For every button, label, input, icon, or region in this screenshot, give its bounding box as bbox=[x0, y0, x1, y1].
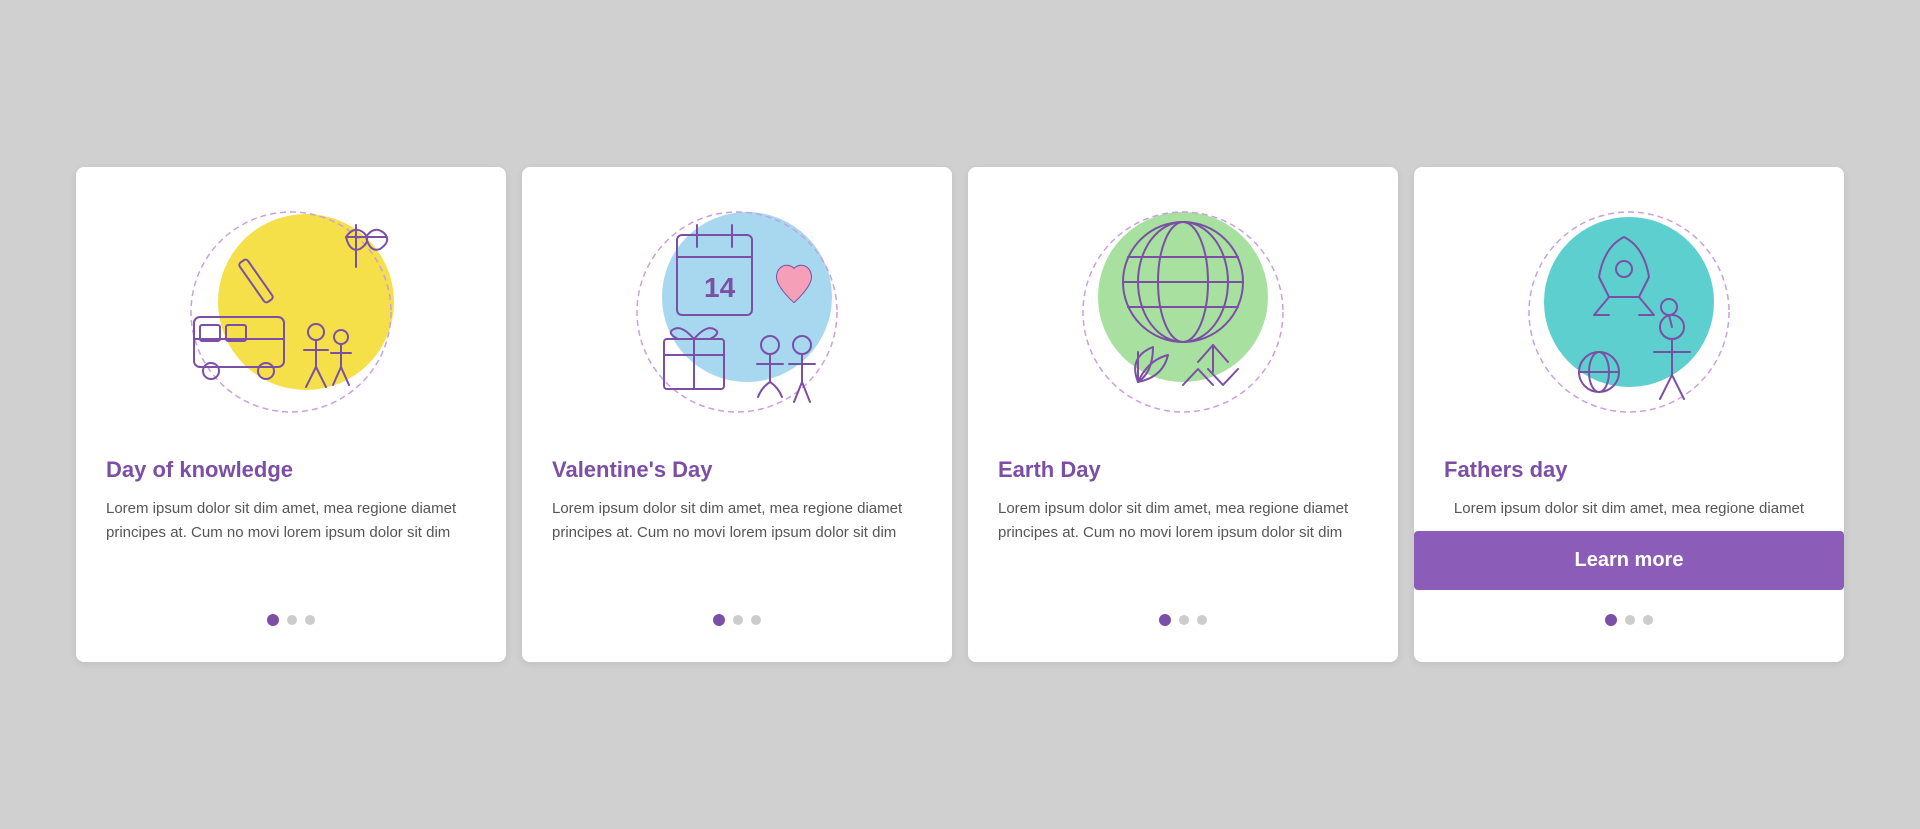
card-title-valentines: Valentine's Day bbox=[552, 457, 922, 483]
card-title-fathers: Fathers day bbox=[1444, 457, 1814, 483]
card-knowledge: Day of knowledge Lorem ipsum dolor sit d… bbox=[76, 167, 506, 662]
dot-3[interactable] bbox=[1197, 615, 1207, 625]
dot-2[interactable] bbox=[733, 615, 743, 625]
illustration-valentines: 14 bbox=[522, 167, 952, 447]
dot-3[interactable] bbox=[305, 615, 315, 625]
illustration-earth bbox=[968, 167, 1398, 447]
card-title-knowledge: Day of knowledge bbox=[106, 457, 476, 483]
learn-more-button[interactable]: Learn more bbox=[1414, 531, 1844, 590]
card-body-valentines: Lorem ipsum dolor sit dim amet, mea regi… bbox=[552, 497, 922, 590]
cards-container: Day of knowledge Lorem ipsum dolor sit d… bbox=[36, 127, 1884, 702]
svg-text:14: 14 bbox=[704, 272, 736, 303]
card-valentines: 14 bbox=[522, 167, 952, 662]
dot-2[interactable] bbox=[1179, 615, 1189, 625]
dot-2[interactable] bbox=[1625, 615, 1635, 625]
card-earth: Earth Day Lorem ipsum dolor sit dim amet… bbox=[968, 167, 1398, 662]
illustration-knowledge bbox=[76, 167, 506, 447]
card-dots-valentines bbox=[713, 614, 761, 626]
dot-3[interactable] bbox=[751, 615, 761, 625]
card-body-earth: Lorem ipsum dolor sit dim amet, mea regi… bbox=[998, 497, 1368, 590]
learn-more-wrapper: Learn more bbox=[1414, 531, 1844, 590]
card-dots-knowledge bbox=[267, 614, 315, 626]
card-dots-earth bbox=[1159, 614, 1207, 626]
dot-1[interactable] bbox=[267, 614, 279, 626]
dot-1[interactable] bbox=[1605, 614, 1617, 626]
dot-3[interactable] bbox=[1643, 615, 1653, 625]
dot-1[interactable] bbox=[1159, 614, 1171, 626]
dot-2[interactable] bbox=[287, 615, 297, 625]
card-dots-fathers bbox=[1605, 614, 1653, 626]
card-body-fathers: Lorem ipsum dolor sit dim amet, mea regi… bbox=[1454, 497, 1804, 521]
illustration-fathers bbox=[1414, 167, 1844, 447]
dot-1[interactable] bbox=[713, 614, 725, 626]
card-title-earth: Earth Day bbox=[998, 457, 1368, 483]
card-fathers: Fathers day Lorem ipsum dolor sit dim am… bbox=[1414, 167, 1844, 662]
card-body-knowledge: Lorem ipsum dolor sit dim amet, mea regi… bbox=[106, 497, 476, 590]
